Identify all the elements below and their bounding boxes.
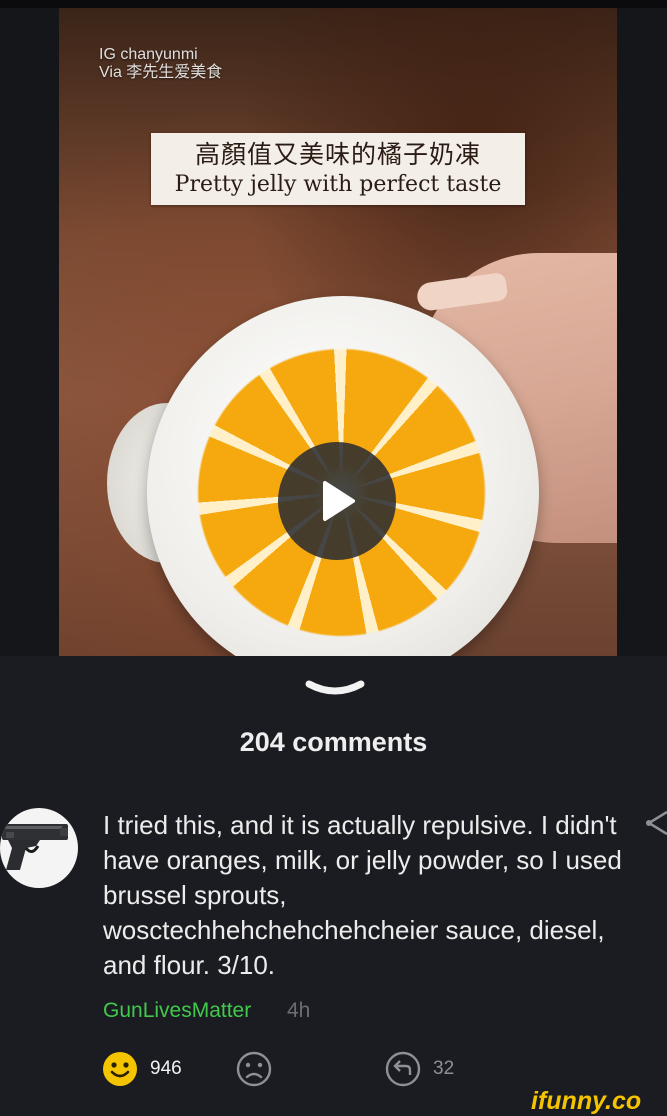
video-caption: 高顏值又美味的橘子奶凍 Pretty jelly with perfect ta… bbox=[151, 133, 525, 205]
pistol-avatar-icon bbox=[2, 824, 68, 870]
watermark-line-1: IG chanyunmi bbox=[99, 46, 198, 63]
reply-icon bbox=[385, 1051, 421, 1087]
frown-icon bbox=[236, 1051, 272, 1087]
dislike-button[interactable] bbox=[236, 1051, 272, 1087]
play-button[interactable] bbox=[278, 442, 396, 560]
video-player[interactable]: IG chanyunmi Via 李先生爱美食 高顏值又美味的橘子奶凍 Pret… bbox=[0, 0, 667, 656]
ifunny-logo: ifunny.co bbox=[531, 1087, 642, 1115]
caption-english: Pretty jelly with perfect taste bbox=[174, 172, 502, 197]
video-watermark: IG chanyunmi Via 李先生爱美食 bbox=[99, 46, 222, 82]
video-thumbnail[interactable]: IG chanyunmi Via 李先生爱美食 高顏值又美味的橘子奶凍 Pret… bbox=[59, 8, 617, 656]
avatar[interactable] bbox=[0, 808, 78, 888]
comment-username[interactable]: GunLivesMatter bbox=[103, 999, 251, 1023]
chevron-down-icon[interactable] bbox=[303, 676, 367, 704]
like-count: 946 bbox=[150, 1058, 182, 1079]
top-status-strip bbox=[0, 0, 667, 8]
reply-count: 32 bbox=[433, 1058, 455, 1079]
comment-text: I tried this, and it is actually repulsi… bbox=[103, 810, 622, 980]
like-button[interactable]: 946 bbox=[102, 1051, 182, 1087]
reply-button[interactable]: 32 bbox=[385, 1051, 454, 1087]
watermark-line-2: Via 李先生爱美食 bbox=[99, 64, 223, 81]
comment-timestamp: 4h bbox=[287, 999, 311, 1022]
comments-count[interactable]: 204 comments bbox=[0, 727, 667, 758]
caption-chinese: 高顏值又美味的橘子奶凍 bbox=[194, 140, 481, 169]
play-icon bbox=[323, 481, 355, 521]
share-icon[interactable] bbox=[645, 810, 667, 836]
smile-icon bbox=[103, 1052, 137, 1086]
